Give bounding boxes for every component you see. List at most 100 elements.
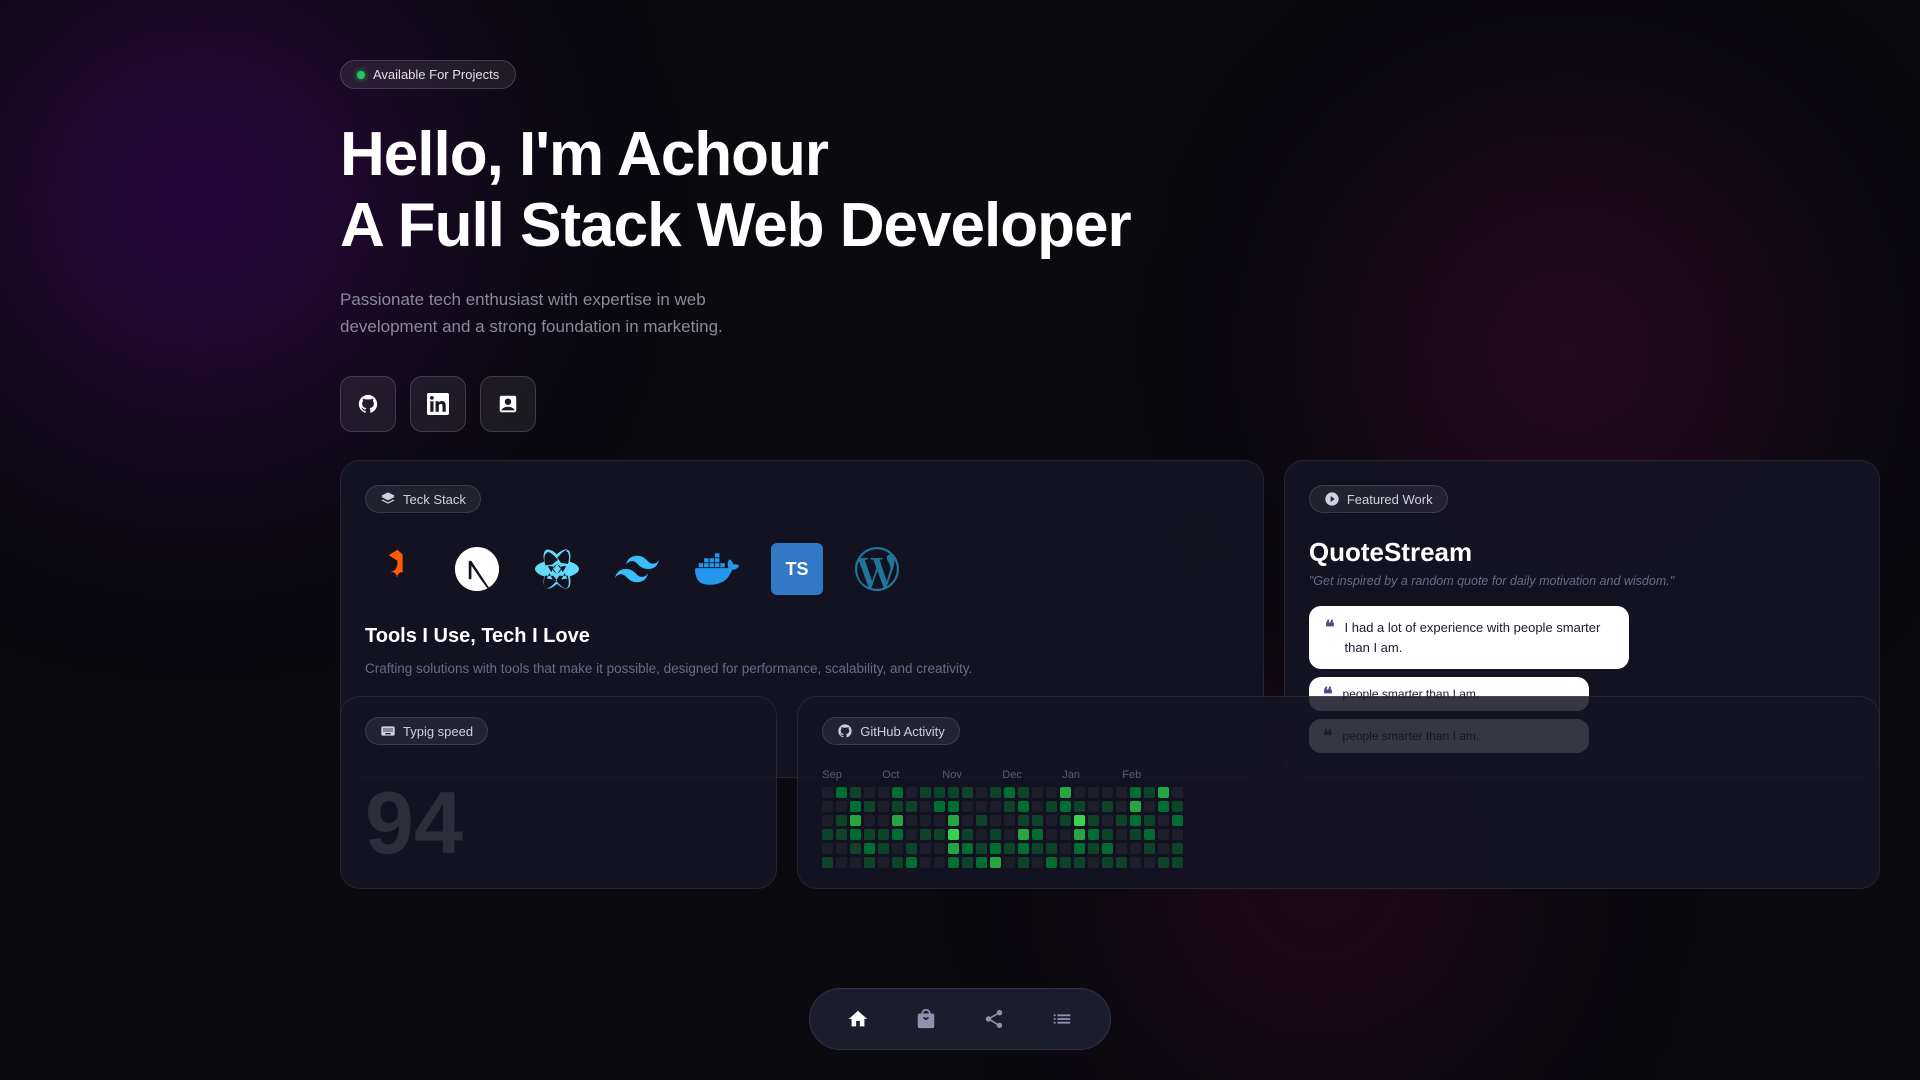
nav-bag[interactable] bbox=[906, 999, 946, 1039]
heatmap-cell bbox=[1060, 829, 1071, 840]
heatmap-cell bbox=[1158, 787, 1169, 798]
heatmap-cell bbox=[934, 787, 945, 798]
heatmap-cell bbox=[1102, 843, 1113, 854]
heatmap-cell bbox=[948, 829, 959, 840]
nav-home[interactable] bbox=[838, 999, 878, 1039]
typing-badge-label: Typig speed bbox=[403, 724, 473, 739]
heatmap-cell bbox=[990, 857, 1001, 868]
github-button[interactable] bbox=[340, 376, 396, 432]
heatmap-cell bbox=[906, 857, 917, 868]
heatmap-cell bbox=[1060, 801, 1071, 812]
heatmap-cell bbox=[864, 801, 875, 812]
heatmap-cell bbox=[1130, 829, 1141, 840]
month-sep: Sep bbox=[822, 769, 882, 781]
heatmap-cell bbox=[822, 843, 833, 854]
heatmap-cell bbox=[1158, 857, 1169, 868]
heatmap-cell bbox=[906, 787, 917, 798]
svg-text:✦: ✦ bbox=[391, 564, 404, 581]
heatmap-cell bbox=[948, 857, 959, 868]
heatmap-col bbox=[878, 787, 889, 868]
heatmap-col bbox=[1158, 787, 1169, 868]
heatmap-cell bbox=[1074, 787, 1085, 798]
heatmap-cell bbox=[878, 801, 889, 812]
linkedin-button[interactable] bbox=[410, 376, 466, 432]
heatmap-col bbox=[1102, 787, 1113, 868]
heatmap-cell bbox=[822, 829, 833, 840]
heatmap-cell bbox=[1144, 857, 1155, 868]
portfolio-icon bbox=[497, 393, 519, 415]
heatmap-cell bbox=[906, 815, 917, 826]
heatmap-cell bbox=[1046, 815, 1057, 826]
heading-line2: A Full Stack Web Developer bbox=[340, 191, 1131, 260]
heatmap-cell bbox=[864, 815, 875, 826]
heatmap-cell bbox=[822, 787, 833, 798]
heatmap-cell bbox=[864, 787, 875, 798]
available-label: Available For Projects bbox=[373, 67, 499, 82]
quote-text-1: I had a lot of experience with people sm… bbox=[1345, 618, 1613, 657]
typing-badge: Typig speed bbox=[365, 717, 488, 745]
month-feb: Feb bbox=[1122, 769, 1182, 781]
heatmap-cell bbox=[822, 801, 833, 812]
heatmap-col bbox=[1004, 787, 1015, 868]
tech-description: Crafting solutions with tools that make … bbox=[365, 658, 1239, 680]
heatmap-cell bbox=[1032, 815, 1043, 826]
heatmap-cell bbox=[1172, 857, 1183, 868]
heatmap-cell bbox=[864, 829, 875, 840]
heatmap-cell bbox=[878, 787, 889, 798]
heatmap-cell bbox=[1144, 829, 1155, 840]
status-dot bbox=[357, 71, 365, 79]
heatmap-cell bbox=[1032, 829, 1043, 840]
heatmap-cell bbox=[850, 829, 861, 840]
project-name: QuoteStream bbox=[1309, 537, 1855, 568]
heatmap-col bbox=[850, 787, 861, 868]
heatmap-cell bbox=[1144, 815, 1155, 826]
main-content: Available For Projects Hello, I'm Achour… bbox=[0, 0, 1920, 432]
heatmap-cell bbox=[836, 815, 847, 826]
heatmap-cell bbox=[850, 787, 861, 798]
heatmap-cell bbox=[920, 801, 931, 812]
heatmap-cell bbox=[934, 815, 945, 826]
heatmap-cell bbox=[878, 829, 889, 840]
typescript-icon: TS bbox=[765, 537, 829, 601]
available-badge: Available For Projects bbox=[340, 60, 516, 89]
heatmap-cell bbox=[1172, 801, 1183, 812]
heatmap-cell bbox=[934, 829, 945, 840]
heatmap-cell bbox=[1102, 801, 1113, 812]
nav-list[interactable] bbox=[1042, 999, 1082, 1039]
heatmap-cell bbox=[1102, 815, 1113, 826]
portfolio-button[interactable] bbox=[480, 376, 536, 432]
github-activity-card: GitHub Activity Sep Oct Nov Dec Jan Feb bbox=[797, 696, 1880, 889]
heatmap-cell bbox=[1004, 801, 1015, 812]
heatmap-col bbox=[1032, 787, 1043, 868]
heatmap-cell bbox=[976, 843, 987, 854]
heatmap-cell bbox=[850, 843, 861, 854]
heatmap-col bbox=[1144, 787, 1155, 868]
astro-icon: ✦ bbox=[365, 537, 429, 601]
nav-share[interactable] bbox=[974, 999, 1014, 1039]
heatmap-col bbox=[976, 787, 987, 868]
heatmap-cell bbox=[1046, 801, 1057, 812]
heatmap-cell bbox=[1116, 829, 1127, 840]
heatmap-cell bbox=[1130, 787, 1141, 798]
heatmap-cell bbox=[1046, 829, 1057, 840]
typing-speed-card: Typig speed 94 bbox=[340, 696, 777, 889]
wordpress-icon bbox=[845, 537, 909, 601]
heatmap-col bbox=[990, 787, 1001, 868]
tailwind-icon bbox=[605, 537, 669, 601]
heatmap-cell bbox=[906, 829, 917, 840]
heatmap-cell bbox=[822, 857, 833, 868]
heatmap-cell bbox=[1074, 843, 1085, 854]
heatmap-cell bbox=[948, 843, 959, 854]
heatmap-cell bbox=[1172, 843, 1183, 854]
quote-bubble-1: ❝ I had a lot of experience with people … bbox=[1309, 606, 1629, 669]
heatmap-cell bbox=[1088, 801, 1099, 812]
heatmap-cell bbox=[1088, 857, 1099, 868]
heatmap-cell bbox=[948, 815, 959, 826]
list-icon bbox=[1051, 1008, 1073, 1030]
heatmap-cell bbox=[1074, 857, 1085, 868]
heatmap-cell bbox=[1046, 787, 1057, 798]
heatmap-cell bbox=[1018, 843, 1029, 854]
heatmap-cell bbox=[990, 787, 1001, 798]
heatmap-cell bbox=[920, 829, 931, 840]
heatmap-cell bbox=[850, 857, 861, 868]
